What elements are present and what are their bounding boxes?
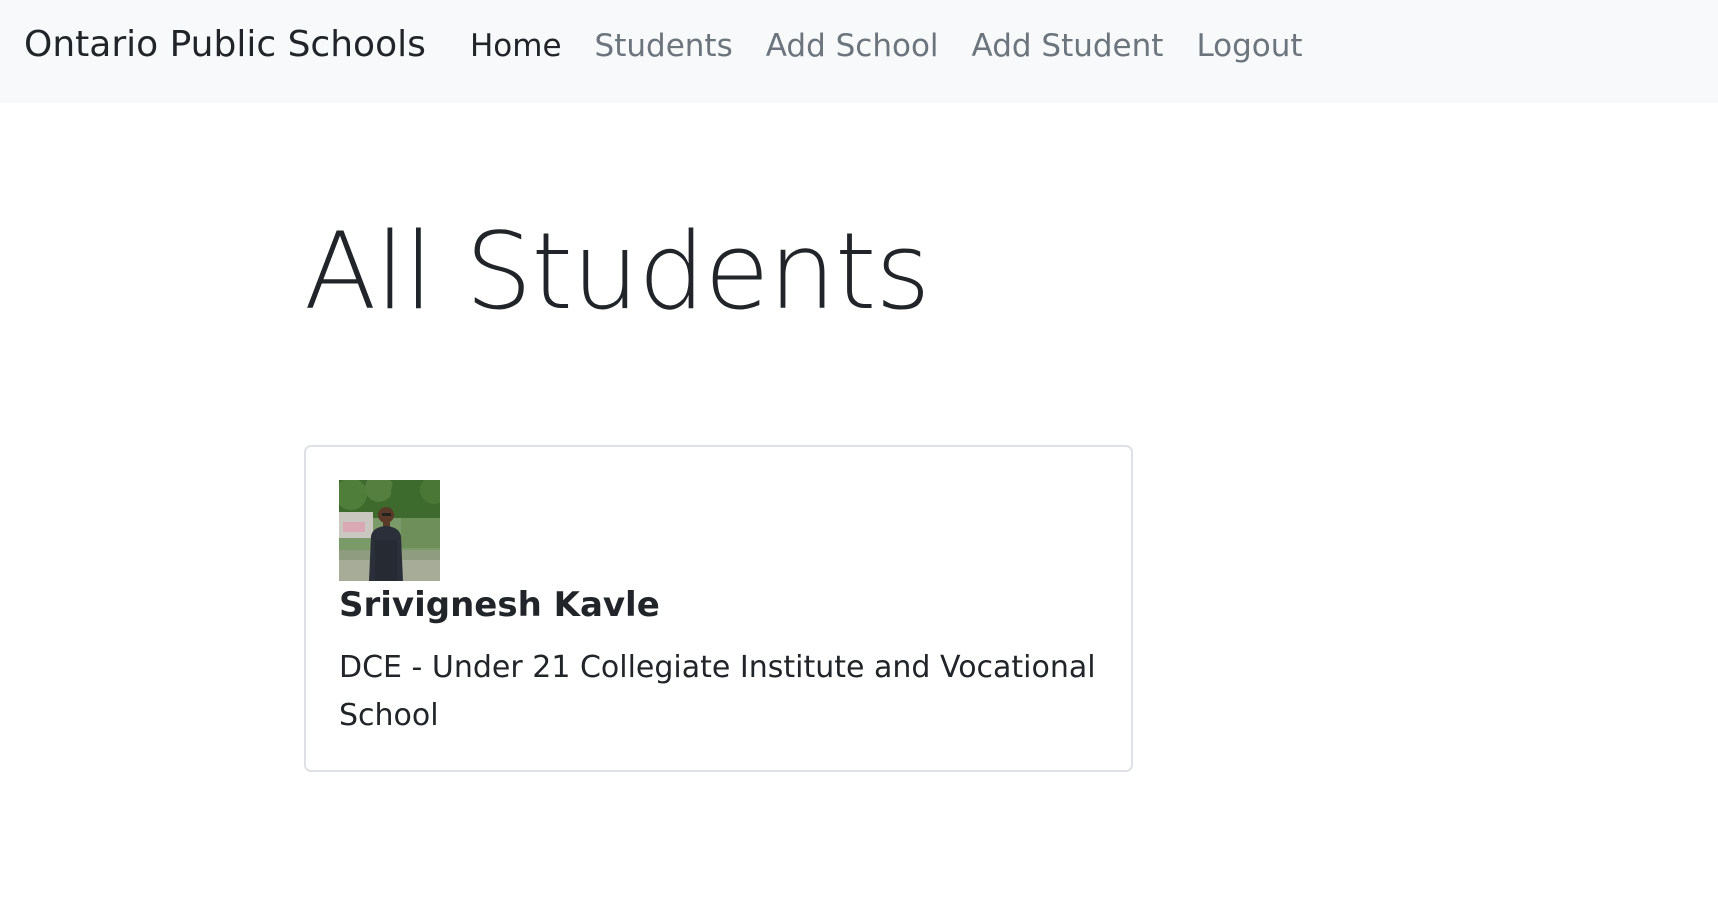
nav-home-link[interactable]: Home xyxy=(470,28,562,65)
student-photo xyxy=(339,480,440,581)
page-title: All Students xyxy=(304,210,931,333)
nav-add-student-link[interactable]: Add Student xyxy=(972,28,1164,65)
top-navbar: Ontario Public Schools Home Students Add… xyxy=(0,0,1718,103)
nav-students-link[interactable]: Students xyxy=(595,28,733,65)
nav-links: Home Students Add School Add Student Log… xyxy=(470,28,1336,65)
nav-add-school-link[interactable]: Add School xyxy=(766,28,939,65)
brand-link[interactable]: Ontario Public Schools xyxy=(24,23,426,66)
student-school: DCE - Under 21 Collegiate Institute and … xyxy=(339,650,1096,733)
student-name: Srivignesh Kavle xyxy=(339,585,660,625)
student-card: Srivignesh Kavle DCE - Under 21 Collegia… xyxy=(304,445,1133,772)
nav-logout-link[interactable]: Logout xyxy=(1196,28,1302,65)
